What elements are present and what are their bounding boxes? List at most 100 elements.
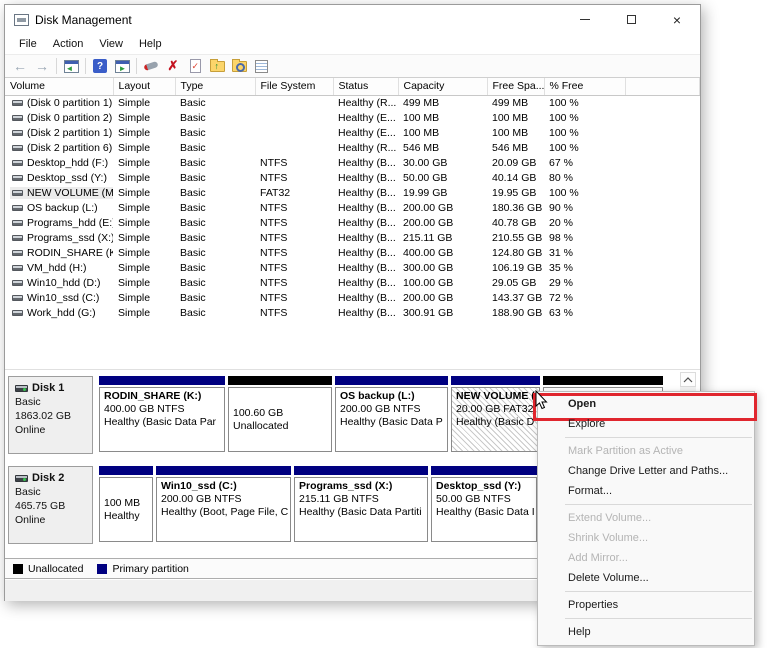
maximize-button[interactable] [608,5,654,34]
legend-item-unallocated: Unallocated [13,563,83,575]
column-header-layout[interactable]: Layout [113,78,176,96]
console-tree-button[interactable] [60,56,82,76]
table-row[interactable]: Desktop_ssd (Y:) Simple Basic NTFS Healthy (… [5,170,700,185]
back-button[interactable]: ← [9,56,31,76]
column-header-free[interactable]: % Free [544,78,626,96]
close-button[interactable]: × [654,5,700,34]
capacity-cell: 499 MB [403,96,440,109]
table-row[interactable]: (Disk 0 partition 2) Simple Basic Healthy (… [5,110,700,125]
layout-cell: Simple [118,276,151,289]
partition-rodin-share-k[interactable]: RODIN_SHARE (K:) 400.00 GB NTFS Healthy (B… [99,376,225,454]
explore-button[interactable] [228,56,250,76]
volume-cell: OS backup (L:) [5,200,113,215]
table-row[interactable]: NEW VOLUME (M:) Simple Basic FAT32 Healthy (… [5,185,700,200]
partition-programs-ssd-x[interactable]: Programs_ssd (X:) 215.11 GB NTFS Healthy (… [294,466,428,544]
context-menu-item-explore[interactable]: Explore [538,414,754,434]
column-header-type[interactable]: Type [175,78,256,96]
table-row[interactable]: Work_hdd (G:) Simple Basic NTFS Healthy (B..… [5,305,700,320]
table-row[interactable]: Win10_ssd (C:) Simple Basic NTFS Healthy (B.… [5,290,700,305]
table-row[interactable]: Programs_ssd (X:) Simple Basic NTFS Healthy … [5,230,700,245]
table-row[interactable]: Desktop_hdd (F:) Simple Basic NTFS Healthy (… [5,155,700,170]
percent-free-cell: 90 % [549,201,573,214]
volume-cell: VM_hdd (H:) [5,260,113,275]
mark-partition-button[interactable] [184,56,206,76]
partition-body: Programs_ssd (X:) 215.11 GB NTFS Healthy (… [294,477,428,542]
partition-line: 200.00 GB NTFS [161,493,242,505]
table-row[interactable]: (Disk 2 partition 6) Simple Basic Healthy (… [5,140,700,155]
partition-system[interactable]: 100 MB Healthy [99,466,153,544]
free-space-cell: 188.90 GB [492,306,543,319]
volume-name: (Disk 2 partition 1) [10,127,113,139]
volume-icon [12,294,23,301]
table-row[interactable]: OS backup (L:) Simple Basic NTFS Healthy (B.… [5,200,700,215]
volume-label: Win10_hdd (D:) [27,276,101,289]
context-menu-item-properties[interactable]: Properties [538,595,754,615]
context-menu-item-open[interactable]: Open [533,393,757,421]
disk-label-disk-1[interactable]: Disk 1 Basic 1863.02 GB Online [8,376,93,454]
capacity-cell: 30.00 GB [403,156,448,169]
action-pane-button[interactable] [111,56,133,76]
empty-cell [625,245,700,260]
help-button[interactable]: ? [89,56,111,76]
capacity-cell: 300.00 GB [403,261,454,274]
status-cell: Healthy (B... [338,306,396,319]
table-row[interactable]: RODIN_SHARE (K:) Simple Basic NTFS Healthy (… [5,245,700,260]
status-cell: Healthy (B... [338,291,396,304]
context-menu-item-format[interactable]: Format... [538,481,754,501]
maximize-icon [626,15,636,24]
column-header-free-spa[interactable]: Free Spa... [487,78,545,96]
volume-icon [12,189,23,196]
volume-icon [12,99,23,106]
partition-color-strip [156,466,291,475]
capacity-cell: 215.11 GB [403,231,453,244]
mouse-cursor [535,390,548,410]
partition-desktop-ssd-y[interactable]: Desktop_ssd (Y:) 50.00 GB NTFS Healthy (Ba… [431,466,537,544]
context-menu-item-help[interactable]: Help [538,622,754,642]
disk-label-disk-2[interactable]: Disk 2 Basic 465.75 GB Online [8,466,93,544]
capacity-cell: 300.91 GB [403,306,454,319]
titlebar: Disk Management × [5,5,700,34]
status-cell: Healthy (B... [338,201,396,214]
column-header-file-system[interactable]: File System [255,78,334,96]
volume-label: (Disk 2 partition 6) [27,141,113,154]
app-icon [14,13,29,26]
free-space-cell: 143.37 GB [492,291,543,304]
table-row[interactable]: VM_hdd (H:) Simple Basic NTFS Healthy (B... 3… [5,260,700,275]
status-cell: Healthy (B... [338,156,396,169]
forward-button[interactable]: → [31,56,53,76]
column-header-capacity[interactable]: Capacity [398,78,488,96]
table-row[interactable]: Programs_hdd (E:) Simple Basic NTFS Healthy … [5,215,700,230]
status-cell: Healthy (B... [338,171,396,184]
menu-view[interactable]: View [91,38,131,50]
partition-unallocated[interactable]: 100.60 GB Unallocated [228,376,332,454]
scroll-up-button[interactable] [680,372,696,387]
partition-line: 100.60 GB [233,406,284,419]
partition-win10-ssd-c[interactable]: Win10_ssd (C:) 200.00 GB NTFS Healthy (Boo… [156,466,291,544]
partition-line: 215.11 GB NTFS [299,493,379,505]
partition-os-backup-l[interactable]: OS backup (L:) 200.00 GB NTFS Healthy (Bas… [335,376,448,454]
context-menu-item-delete-volume[interactable]: Delete Volume... [538,568,754,588]
menu-action[interactable]: Action [45,38,92,50]
column-header-status[interactable]: Status [333,78,399,96]
volume-cell: Desktop_ssd (Y:) [5,170,113,185]
partition-line: Healthy (Boot, Page File, C [161,506,289,518]
filesystem-cell [255,125,333,140]
free-space-cell: 29.05 GB [492,276,537,289]
menu-help[interactable]: Help [131,38,170,50]
context-menu-item-change-drive-letter-and-paths[interactable]: Change Drive Letter and Paths... [538,461,754,481]
delete-volume-button[interactable]: ✗ [162,56,184,76]
column-header-volume[interactable]: Volume [5,78,114,96]
partition-new-volume-m[interactable]: NEW VOLUME (M:)20.00 GB FAT32Healthy (Ba… [451,376,540,454]
change-drive-letter-button[interactable] [206,56,228,76]
table-row[interactable]: (Disk 0 partition 1) Simple Basic Healthy (… [5,95,700,110]
status-cell: Healthy (R... [338,96,397,109]
menu-file[interactable]: File [11,38,45,50]
table-row[interactable]: Win10_hdd (D:) Simple Basic NTFS Healthy (B.… [5,275,700,290]
rescan-button[interactable] [140,56,162,76]
minimize-button[interactable] [562,5,608,34]
table-row[interactable]: (Disk 2 partition 1) Simple Basic Healthy (… [5,125,700,140]
window-title: Disk Management [35,12,132,27]
partition-body: OS backup (L:) 200.00 GB NTFS Healthy (Bas… [335,387,448,452]
properties-button[interactable] [250,56,272,76]
partition-body: NEW VOLUME (M:)20.00 GB FAT32Healthy (Ba… [451,387,540,452]
